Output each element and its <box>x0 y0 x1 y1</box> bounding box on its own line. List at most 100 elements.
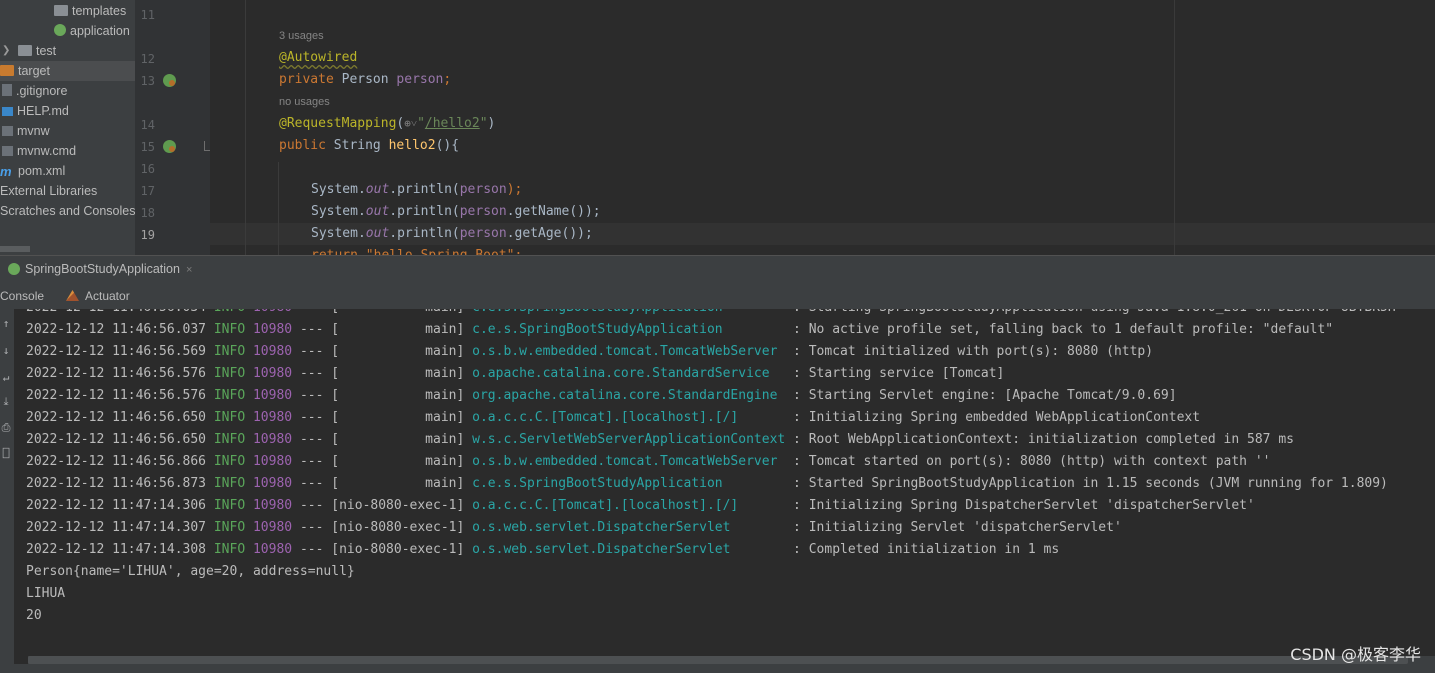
tree-item-label: Scratches and Consoles <box>0 204 135 218</box>
tab-actuator[interactable]: Actuator <box>66 282 130 309</box>
chevron-right-icon[interactable]: ❯ <box>2 41 10 61</box>
tree-item-help-md[interactable]: HELP.md <box>2 101 69 121</box>
close-icon[interactable]: × <box>186 264 192 276</box>
log-timestamp: 2022-12-12 11:47:14.308 <box>26 542 207 557</box>
code-token: .getName()); <box>506 204 601 219</box>
log-level: INFO <box>213 344 246 359</box>
log-pid: 10980 <box>252 344 293 359</box>
code-line-20: return "hello Spring Boot"; <box>311 245 522 255</box>
tree-item-target[interactable]: target <box>0 61 135 81</box>
log-thread: main] <box>339 454 465 469</box>
log-pid: 10980 <box>252 366 293 381</box>
log-timestamp: 2022-12-12 11:46:56.650 <box>26 432 207 447</box>
line-number: 19 <box>140 228 155 242</box>
soft-wrap-icon[interactable]: ↵ <box>0 371 12 385</box>
script-icon <box>2 146 13 156</box>
console-output[interactable]: 2022-12-12 11:46:56.034 INFO 10980 --- [… <box>14 309 1435 673</box>
clear-all-icon[interactable]: ⎕ <box>0 447 12 461</box>
log-message: : Starting Servlet engine: [Apache Tomca… <box>785 388 1177 403</box>
code-token: ; <box>443 72 452 87</box>
console-toolstrip: ↑ ↓ ↵ ⤓ ⎙ ⎕ <box>0 309 14 673</box>
log-line: 2022-12-12 11:47:14.308 INFO 10980 --- [… <box>26 539 1059 561</box>
log-pid: 10980 <box>252 410 293 425</box>
tree-item-templates[interactable]: templates <box>54 1 126 21</box>
code-token: .println( <box>389 204 460 219</box>
log-thread: main] <box>339 322 465 337</box>
log-timestamp: 2022-12-12 11:46:56.576 <box>26 388 207 403</box>
tree-item-pom-xml[interactable]: m pom.xml <box>0 161 65 181</box>
code-token: " <box>479 116 488 131</box>
log-timestamp: 2022-12-12 11:47:14.306 <box>26 498 207 513</box>
tree-item-label: application <box>70 24 130 38</box>
log-line: 2022-12-12 11:47:14.307 INFO 10980 --- [… <box>26 517 1122 539</box>
console-horizontal-scrollbar[interactable] <box>28 656 1435 664</box>
tree-item-application[interactable]: application <box>54 21 130 41</box>
code-token: @RequestMapping <box>279 116 397 131</box>
log-line: 2022-12-12 11:46:56.569 INFO 10980 --- [… <box>26 341 1153 363</box>
code-line-18: System.out.println(person.getName()); <box>311 201 601 223</box>
spring-boot-icon <box>8 263 20 275</box>
tree-item-label: mvnw.cmd <box>17 144 77 158</box>
usage-hint[interactable]: 3 usages <box>279 30 324 42</box>
spring-bean-gutter-icon[interactable] <box>163 140 176 153</box>
run-tab-springbootstudyapplication[interactable]: SpringBootStudyApplication × <box>0 256 200 282</box>
log-separator: --- [ <box>292 366 340 381</box>
tree-item-test[interactable]: ❯ test <box>2 41 56 61</box>
log-line: 2022-12-12 11:47:14.306 INFO 10980 --- [… <box>26 495 1255 517</box>
print-icon[interactable]: ⎙ <box>0 421 12 435</box>
tree-item-mvnw-cmd[interactable]: mvnw.cmd <box>2 141 76 161</box>
scroll-up-icon[interactable]: ↑ <box>0 317 12 331</box>
log-separator: --- [ <box>292 454 340 469</box>
log-line: 2022-12-12 11:46:56.873 INFO 10980 --- [… <box>26 473 1388 495</box>
tree-item-mvnw[interactable]: mvnw <box>2 121 50 141</box>
tree-item-label: mvnw <box>17 124 50 138</box>
globe-icon[interactable]: ⊕˅ <box>404 117 417 130</box>
log-timestamp: 2022-12-12 11:46:56.650 <box>26 410 207 425</box>
log-logger: o.apache.catalina.core.StandardService <box>472 366 786 381</box>
code-token: " <box>417 116 425 131</box>
usage-hint[interactable]: no usages <box>279 96 330 108</box>
spring-bean-gutter-icon[interactable] <box>163 74 176 87</box>
tree-item-scratches[interactable]: Scratches and Consoles <box>0 201 135 221</box>
log-message: : Tomcat started on port(s): 8080 (http)… <box>785 454 1271 469</box>
tree-item-external-libraries[interactable]: External Libraries <box>0 181 97 201</box>
log-line: 2022-12-12 11:46:56.037 INFO 10980 --- [… <box>26 319 1333 341</box>
log-message: : Tomcat initialized with port(s): 8080 … <box>785 344 1154 359</box>
log-logger: c.e.s.SpringBootStudyApplication <box>472 322 786 337</box>
log-level: INFO <box>213 322 246 337</box>
log-thread: main] <box>339 476 465 491</box>
log-level: INFO <box>213 366 246 381</box>
code-line-14: @RequestMapping(⊕˅"/hello2") <box>279 113 495 135</box>
url-link[interactable]: /hello2 <box>425 116 480 131</box>
code-token: person <box>459 182 507 197</box>
scrollbar-thumb[interactable] <box>28 656 1408 664</box>
line-number: 13 <box>140 74 155 88</box>
code-token: public <box>279 138 326 153</box>
watermark: CSDN @极客李华 <box>1290 645 1421 664</box>
code-token: out <box>365 182 390 197</box>
scroll-down-icon[interactable]: ↓ <box>0 344 12 358</box>
stdout-line: LIHUA <box>26 586 66 601</box>
log-level: INFO <box>213 520 246 535</box>
tree-item-label: target <box>18 64 50 78</box>
scroll-to-end-icon[interactable]: ⤓ <box>0 395 12 409</box>
log-separator: --- [ <box>292 388 340 403</box>
log-level: INFO <box>213 454 246 469</box>
project-tree: templates application ❯ test target .git… <box>0 0 135 255</box>
code-editor[interactable]: 3 usages @Autowired private Person perso… <box>210 0 1435 255</box>
log-thread: main] <box>339 388 465 403</box>
log-separator: --- [ <box>292 520 340 535</box>
editor-gutter: 11 12 13 14 15 16 17 18 19 <box>135 0 210 255</box>
log-logger: o.s.b.w.embedded.tomcat.TomcatWebServer <box>472 454 786 469</box>
line-number: 11 <box>140 8 155 22</box>
code-token: .println( <box>389 226 460 241</box>
stdout-line: Person{name='LIHUA', age=20, address=nul… <box>26 564 355 579</box>
tree-scrollbar[interactable] <box>0 246 30 252</box>
log-message: : Root WebApplicationContext: initializa… <box>785 432 1294 447</box>
tree-item-gitignore[interactable]: .gitignore <box>2 81 67 101</box>
log-level: INFO <box>213 410 246 425</box>
log-logger: org.apache.catalina.core.StandardEngine <box>472 388 786 403</box>
code-token: System. <box>311 204 366 219</box>
code-token: person <box>459 226 507 241</box>
tab-console[interactable]: Console <box>0 282 44 309</box>
